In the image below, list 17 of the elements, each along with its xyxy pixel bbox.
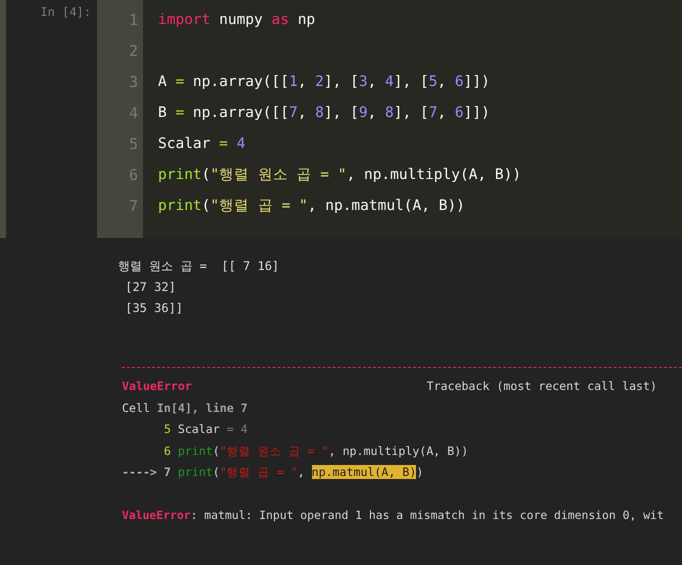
traceback-line: ----> 7 print("행렬 곱 = ", np.matmul(A, B)) <box>122 464 424 481</box>
traceback-location: Cell In[4], line 7 <box>122 400 249 416</box>
input-prompt: In [4]: <box>40 5 91 21</box>
code-line: Scalar = 4 <box>158 135 246 154</box>
code-line: print("행렬 원소 곱 = ", np.multiply(A, B)) <box>158 166 522 185</box>
output-line: 행렬 원소 곱 = [[ 7 16] <box>118 258 280 275</box>
output-line: [35 36]] <box>124 300 184 317</box>
traceback-line: 5 Scalar = 4 <box>162 421 249 438</box>
traceback-header: Traceback (most recent call last) <box>426 378 657 395</box>
output-line: [27 32] <box>124 279 177 296</box>
code-line: import numpy as np <box>158 11 316 30</box>
code-line: B = np.array([[7, 8], [9, 8], [7, 6]]) <box>158 104 491 123</box>
error-message: ValueError: matmul: Input operand 1 has a mismatch in its core dimension 0, wit <box>122 506 665 524</box>
error-name: ValueError <box>122 378 192 395</box>
traceback-line: 6 print("행렬 원소 곱 = ", np.multiply(A, B)) <box>162 442 470 460</box>
code-line: A = np.array([[1, 2], [3, 4], [5, 6]]) <box>158 73 491 92</box>
code-line: print("행렬 곱 = ", np.matmul(A, B)) <box>158 197 466 216</box>
